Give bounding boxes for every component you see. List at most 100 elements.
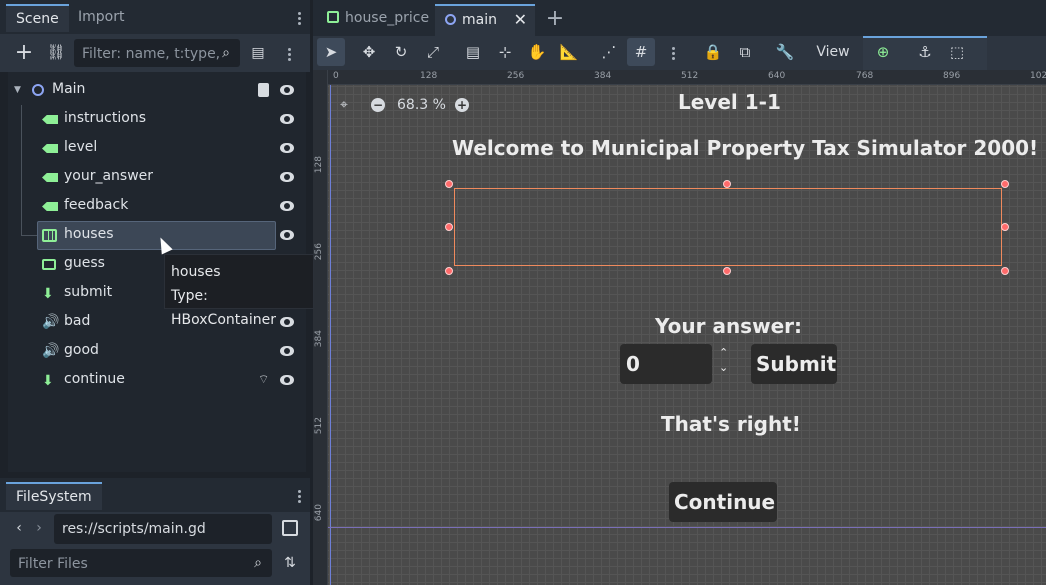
label-icon [42,115,58,124]
resize-handle[interactable] [723,180,731,188]
ruler-tick-label: 1024 [1030,71,1046,81]
tree-row-good[interactable]: 🔊 good [8,337,306,366]
guess-spinbox[interactable]: 0 [620,344,712,384]
forward-arrow-icon[interactable]: › [32,518,46,538]
add-control-icon[interactable]: ⊕ [869,38,897,66]
link-icon[interactable]: ⛓ [44,40,68,64]
ruler-tool-icon[interactable]: 📐 [555,38,583,66]
visibility-eye-icon[interactable] [280,143,294,153]
move-tool-icon[interactable]: ✥ [355,38,383,66]
script-icon[interactable] [258,83,269,97]
ruler-tick-label: 512 [681,71,699,81]
continue-button[interactable]: Continue [669,482,777,522]
tree-row-instructions[interactable]: instructions [8,105,306,134]
ruler-tick-label: 256 [314,243,324,261]
houses-container[interactable] [454,188,1002,266]
resize-handle[interactable] [1001,180,1009,188]
scale-tool-icon[interactable]: ⤢ [419,38,447,66]
signal-icon[interactable]: ⌔ [258,372,269,387]
canvas-viewport[interactable]: ⌖ − 68.3 % + Level 1-1 Welcome to Munici… [313,70,1046,585]
visibility-eye-icon[interactable] [280,201,294,211]
tab-label: house_price [345,10,430,26]
select-tool-icon[interactable]: ➤ [317,38,345,66]
anchor-icon[interactable]: ⚓ [911,38,939,66]
zoom-in-icon[interactable]: + [455,98,469,112]
scene-tree-menu-icon[interactable] [288,46,292,63]
viewport-bound-horizontal [328,527,1046,528]
search-icon: ⌕ [254,555,262,571]
sort-icon[interactable]: ⇅ [280,551,300,575]
filesystem-dock-tabs: FileSystem [0,478,310,512]
tree-row-continue[interactable]: ⬇ continue ⌔ [8,366,306,395]
tab-main[interactable]: main ✕ [435,4,535,36]
layout-icon[interactable]: ⬚ [943,38,971,66]
audio-icon: 🔊 [42,314,60,330]
scene-filter-placeholder: Filter: name, t:type, [82,46,221,62]
spin-arrows-icon[interactable]: ⌃ ⌄ [719,345,728,375]
snap-options-icon[interactable] [672,45,676,62]
visibility-eye-icon[interactable] [280,375,294,385]
tree-label: houses [64,226,114,242]
submit-button[interactable]: Submit [751,344,837,384]
view-menu[interactable]: View [811,38,855,66]
tab-import[interactable]: Import [68,4,134,32]
add-tab-icon[interactable]: + [543,6,567,31]
tab-filesystem[interactable]: FileSystem [6,482,102,510]
tree-row-main[interactable]: ▼ Main [8,76,306,105]
tree-label: good [64,342,99,358]
label-icon [42,173,58,182]
resize-handle[interactable] [445,267,453,275]
group-icon[interactable]: ⧉ [731,38,759,66]
scene-dock-tabs: Scene Import [0,0,310,34]
list-select-icon[interactable]: ▤ [459,38,487,66]
center-view-icon[interactable]: ⌖ [337,97,351,113]
resize-handle[interactable] [1001,223,1009,231]
filesystem-menu-icon[interactable] [298,488,302,505]
filter-files-input[interactable]: Filter Files [10,549,272,577]
tab-scene[interactable]: Scene [6,4,69,32]
tree-row-feedback[interactable]: feedback [8,192,306,221]
pan-tool-icon[interactable]: ✋ [523,38,551,66]
lock-icon[interactable]: 🔒 [699,38,727,66]
split-view-icon[interactable] [282,520,298,536]
skeleton-icon[interactable]: 🔧 [771,38,799,66]
visibility-eye-icon[interactable] [280,114,294,124]
zoom-level: 68.3 % [397,97,446,113]
scene-toolbar: + ⛓ Filter: name, t:type, ⌕ ▤ [0,34,310,72]
tree-row-your-answer[interactable]: your_answer [8,163,306,192]
filesystem-panel: ‹ › res://scripts/main.gd Filter Files ⌕… [0,512,310,585]
ruler-tick-label: 384 [594,71,612,81]
resize-handle[interactable] [723,267,731,275]
pivot-tool-icon[interactable]: ⊹ [491,38,519,66]
zoom-out-icon[interactable]: − [371,98,385,112]
back-arrow-icon[interactable]: ‹ [12,518,26,538]
canvas-toolbar: ➤ ✥ ↻ ⤢ ▤ ⊹ ✋ 📐 ⋰ # 🔒 ⧉ 🔧 View ⊕ ⚓ ⬚ [313,36,1046,70]
visibility-eye-icon[interactable] [280,172,294,182]
collapse-arrow-icon[interactable]: ▼ [14,85,21,95]
resize-handle[interactable] [445,223,453,231]
visibility-eye-icon[interactable] [280,85,294,95]
grid-snap-icon[interactable]: # [627,38,655,66]
scene-tabs: house_price main ✕ + [313,0,1046,36]
add-node-icon[interactable]: + [12,40,36,65]
label-icon [42,202,58,211]
script-add-icon[interactable]: ▤ [248,41,268,65]
resize-handle[interactable] [445,180,453,188]
resize-handle[interactable] [1001,267,1009,275]
visibility-eye-icon[interactable] [280,230,294,240]
search-icon: ⌕ [222,45,230,61]
close-icon[interactable]: ✕ [514,10,527,29]
tree-row-level[interactable]: level [8,134,306,163]
guess-value: 0 [626,352,640,376]
path-field[interactable]: res://scripts/main.gd [54,514,272,544]
rotate-tool-icon[interactable]: ↻ [387,38,415,66]
filter-files-placeholder: Filter Files [18,556,88,572]
tab-house-price[interactable]: house_price [317,4,439,36]
smart-snap-icon[interactable]: ⋰ [595,38,623,66]
button-icon: ⬇ [42,286,54,302]
scene-dock-menu-icon[interactable] [298,10,302,27]
visibility-eye-icon[interactable] [280,346,294,356]
tree-label: continue [64,371,125,387]
ruler-tick-label: 512 [314,417,324,435]
ruler-tick-label: 896 [943,71,961,81]
